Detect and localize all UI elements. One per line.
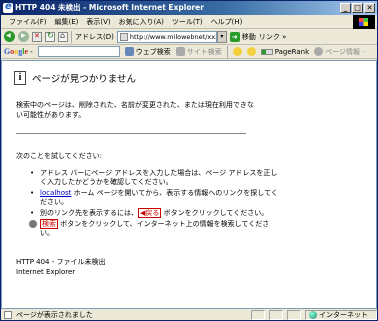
menu-help[interactable]: ヘルプ(H) xyxy=(207,17,247,27)
browser-name: Internet Explorer xyxy=(16,268,76,276)
page-info-icon xyxy=(314,47,324,56)
search-button-link[interactable]: 検索 xyxy=(40,219,58,229)
suggestion-text: 別のリンク先を表示するには、 xyxy=(40,209,138,217)
list-item: localhost ホーム ページを開いてから、表示する情報へのリンクを探してく… xyxy=(30,189,280,207)
localhost-link[interactable]: localhost xyxy=(40,189,71,197)
google-separator xyxy=(226,45,228,58)
close-button[interactable]: ✕ xyxy=(364,3,375,13)
error-footer: HTTP 404 - ファイル未検出 Internet Explorer xyxy=(16,257,105,277)
globe-icon xyxy=(309,311,317,319)
menu-bar: ファイル(F) 編集(E) 表示(V) お気に入り(A) ツール(T) ヘルプ(… xyxy=(1,15,377,29)
error-code: HTTP 404 - ファイル未検出 xyxy=(16,258,106,266)
error-header: i ページが見つかりません xyxy=(14,71,136,85)
menu-edit[interactable]: 編集(E) xyxy=(51,17,83,27)
links-button[interactable]: リンク » xyxy=(259,32,287,42)
go-arrow-icon: ➜ xyxy=(229,31,240,42)
address-dropdown-button[interactable]: ▾ xyxy=(216,30,227,43)
web-search-button[interactable]: ウェブ検索 xyxy=(124,47,171,57)
site-search-label: サイト検索 xyxy=(186,47,222,56)
web-search-label: ウェブ検索 xyxy=(135,47,171,56)
page-info-button[interactable]: ページ情報 - xyxy=(314,47,365,57)
window-title: HTTP 404 未検出 - Microsoft Internet Explor… xyxy=(15,3,204,12)
page-content: i ページが見つかりません 検索中のページは、削除された、名前が変更された、また… xyxy=(1,60,377,309)
page-info-label: ページ情報 - xyxy=(325,47,365,56)
status-cell xyxy=(269,310,283,320)
menu-view[interactable]: 表示(V) xyxy=(82,17,114,27)
ie-window: HTTP 404 未検出 - Microsoft Internet Explor… xyxy=(0,0,378,321)
pagerank-button[interactable]: PageRank xyxy=(260,47,310,56)
address-value: http://www.milowebnet/xxx xyxy=(129,32,217,41)
google-search-input[interactable] xyxy=(37,46,120,57)
menu-favorites[interactable]: お気に入り(A) xyxy=(115,17,168,27)
suggestion-list: アドレス バーにページ アドレスを入力した場合は、ページ アドレスを正しく入力し… xyxy=(29,169,280,240)
smiley-icon[interactable] xyxy=(232,47,242,56)
divider xyxy=(16,133,246,134)
suggestion-text: アドレス バーにページ アドレスを入力した場合は、ページ アドレスを正しく入力し… xyxy=(40,169,278,186)
pagerank-label: PageRank xyxy=(274,47,310,56)
toolbar-separator xyxy=(71,30,72,43)
go-label: 移動 xyxy=(241,32,256,41)
toolbar: アドレス(D) http://www.milowebnet/xxx ▾ ➜ 移動… xyxy=(1,29,377,45)
home-icon[interactable] xyxy=(58,31,68,42)
address-input[interactable]: http://www.milowebnet/xxx xyxy=(116,30,217,43)
page-status-icon xyxy=(4,311,12,319)
smiley-icon[interactable] xyxy=(246,47,256,56)
forward-icon[interactable] xyxy=(18,31,29,42)
status-cell xyxy=(251,310,265,320)
stop-icon[interactable] xyxy=(32,31,42,42)
google-logo[interactable]: Google - xyxy=(4,47,33,56)
title-bar[interactable]: HTTP 404 未検出 - Microsoft Internet Explor… xyxy=(1,0,377,15)
search-gear-icon xyxy=(29,220,37,228)
status-cell xyxy=(287,310,301,320)
page-icon xyxy=(119,32,128,41)
go-button[interactable]: ➜ 移動 xyxy=(229,31,256,42)
error-description: 検索中のページは、削除された、名前が変更された、または現在利用できない可能性があ… xyxy=(16,101,254,119)
binoculars-icon xyxy=(124,47,134,56)
page-title: ページが見つかりません xyxy=(32,74,137,85)
windows-logo-icon xyxy=(353,15,375,29)
list-item: 検索 ボタンをクリックして、インターネット上の情報を検索してください。 xyxy=(29,219,280,238)
back-button-link[interactable]: ◀戻る xyxy=(138,208,162,218)
security-zone: インターネット xyxy=(305,310,377,320)
status-text: ページが表示されました xyxy=(16,311,93,319)
suggestion-text: ボタンをクリックして、インターネット上の情報を検索してください。 xyxy=(40,220,270,237)
address-label: アドレス(D) xyxy=(75,32,114,41)
zone-label: インターネット xyxy=(319,311,368,319)
window-controls: _ □ ✕ xyxy=(340,3,375,13)
suggestion-text: ホーム ページを開いてから、表示する情報へのリンクを探してください。 xyxy=(40,189,278,206)
suggestion-text: ボタンをクリックしてください。 xyxy=(161,209,269,217)
site-search-button[interactable]: サイト検索 xyxy=(175,47,222,57)
list-item: 別のリンク先を表示するには、◀戻る ボタンをクリックしてください。 xyxy=(30,208,280,218)
back-icon[interactable] xyxy=(4,31,15,42)
pagerank-bar-icon xyxy=(260,48,273,55)
suggestions-heading: 次のことを試してください: xyxy=(16,152,102,160)
menu-tools[interactable]: ツール(T) xyxy=(168,17,207,27)
status-bar: ページが表示されました インターネット xyxy=(1,309,377,321)
refresh-icon[interactable] xyxy=(45,31,55,42)
maximize-button[interactable]: □ xyxy=(352,3,363,13)
site-search-icon xyxy=(175,47,185,56)
menu-file[interactable]: ファイル(F) xyxy=(5,17,51,27)
ie-icon xyxy=(3,0,13,14)
info-icon: i xyxy=(14,71,26,85)
google-toolbar: Google - ウェブ検索 サイト検索 PageRank ページ情報 - xyxy=(1,45,377,59)
minimize-button[interactable]: _ xyxy=(340,3,351,13)
list-item: アドレス バーにページ アドレスを入力した場合は、ページ アドレスを正しく入力し… xyxy=(30,169,280,187)
